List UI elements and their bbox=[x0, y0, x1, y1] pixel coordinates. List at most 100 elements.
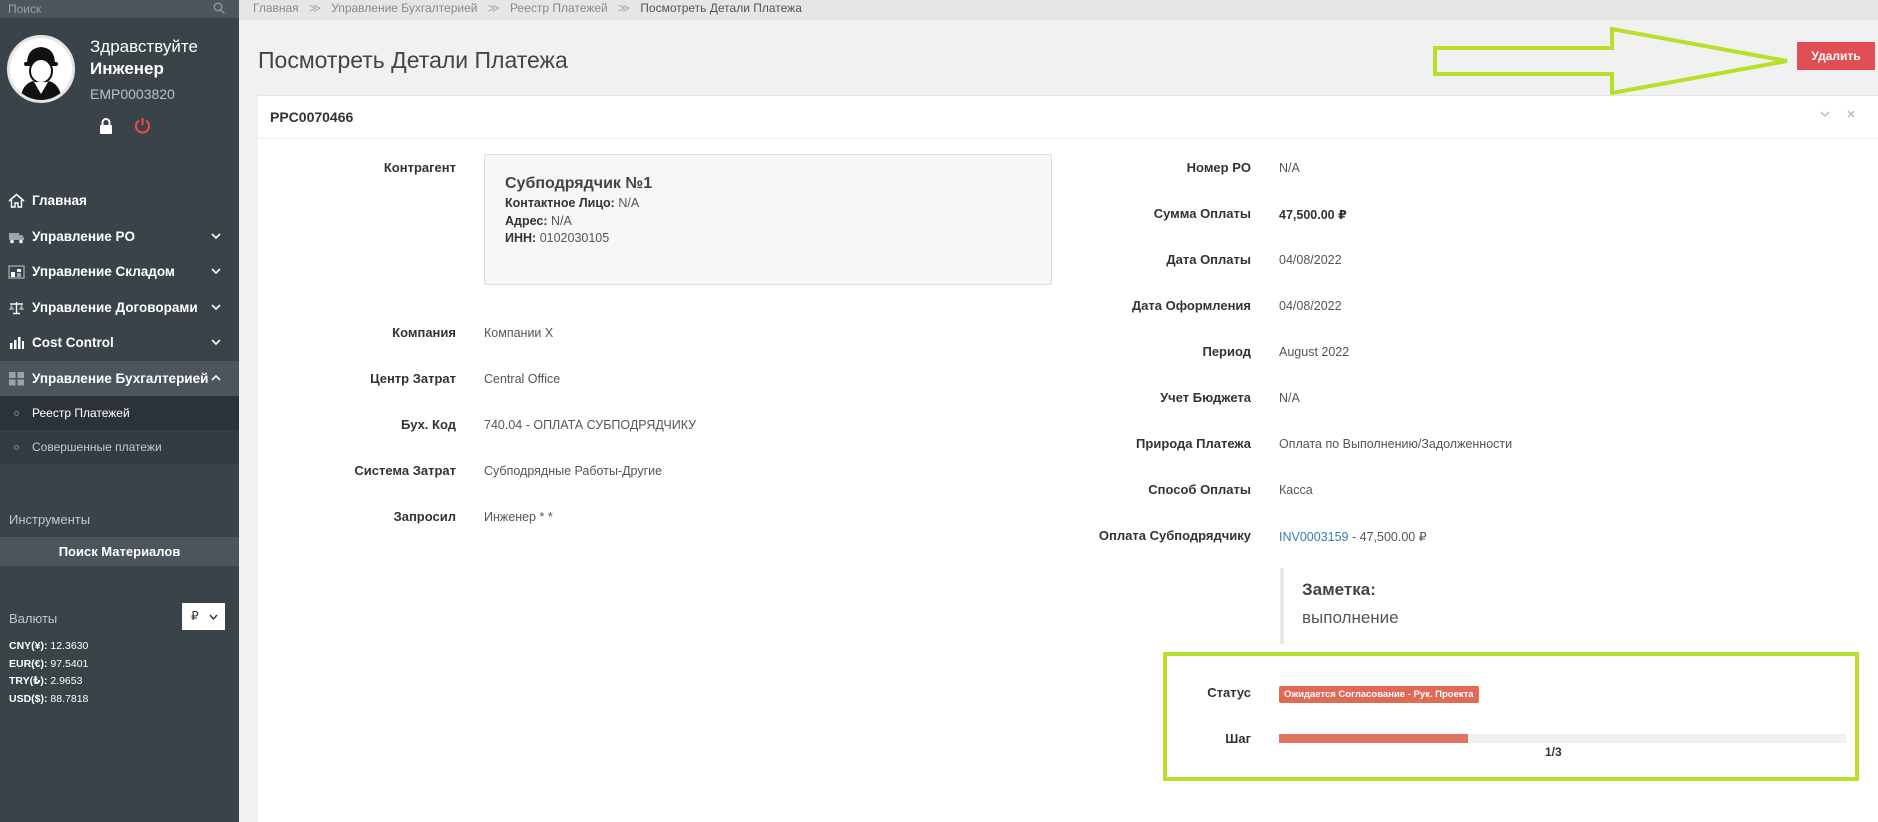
nav-item-accounting[interactable]: Управление Бухгалтерией bbox=[0, 360, 239, 396]
po-number-label: Номер PO bbox=[1186, 160, 1251, 175]
currency-select[interactable]: ₽ bbox=[182, 603, 225, 630]
sidebar-nav: Главная Управление PO Управление Складом… bbox=[0, 183, 239, 464]
cost-center-value: Central Office bbox=[484, 372, 561, 386]
nav-label: Управление Складом bbox=[32, 264, 175, 280]
account-code-value: 740.04 - ОПЛАТА СУБПОДРЯДЧИКУ bbox=[484, 418, 697, 432]
nav-item-cost-control[interactable]: Cost Control bbox=[0, 325, 239, 361]
period-value: August 2022 bbox=[1279, 345, 1350, 359]
step-progress-bar bbox=[1279, 734, 1846, 743]
home-icon bbox=[8, 193, 25, 208]
contractor-box: Субподрядчик №1 Контактное Лицо: N/A Адр… bbox=[484, 154, 1052, 285]
nav-item-contracts[interactable]: Управление Договорами bbox=[0, 290, 239, 326]
payment-nature-label: Природа Платежа bbox=[1136, 436, 1251, 451]
material-search-button[interactable]: Поиск Материалов bbox=[0, 537, 239, 566]
chevron-up-icon bbox=[211, 374, 221, 381]
subnav-item-payment-registry[interactable]: Реестр Платежей bbox=[0, 396, 239, 430]
avatar bbox=[7, 35, 75, 103]
payment-id: PPC0070466 bbox=[270, 109, 354, 125]
payment-amount-value: 47,500.00 ₽ bbox=[1279, 208, 1347, 222]
delete-button[interactable]: Удалить bbox=[1797, 42, 1875, 70]
search-input[interactable] bbox=[0, 0, 239, 18]
chevron-down-icon bbox=[211, 303, 221, 310]
nav-label: Управление Договорами bbox=[32, 299, 198, 315]
account-code-label: Бух. Код bbox=[401, 417, 456, 432]
rate-row: TRY(₺): 2.9653 bbox=[9, 675, 83, 687]
lock-icon[interactable] bbox=[99, 118, 113, 134]
contractor-name: Субподрядчик №1 bbox=[505, 175, 653, 192]
requested-by-value: Инженер * * bbox=[484, 510, 553, 524]
nav-label: Cost Control bbox=[32, 335, 114, 351]
nav-item-warehouse[interactable]: Управление Складом bbox=[0, 254, 239, 290]
breadcrumb-accounting[interactable]: Управление Бухгалтерией bbox=[331, 1, 477, 20]
payment-date-value: 04/08/2022 bbox=[1279, 253, 1342, 267]
currency-rates: CNY(¥): 12.3630 EUR(€): 97.5401 TRY(₺): … bbox=[9, 638, 88, 708]
page-title: Посмотреть Детали Платежа bbox=[258, 47, 568, 73]
breadcrumb: Главная ≫ Управление Бухгалтерией ≫ Реестр… bbox=[239, 0, 1878, 20]
step-progress-fill bbox=[1279, 734, 1468, 743]
breadcrumb-current: Посмотреть Детали Платежа bbox=[640, 1, 802, 15]
status-badge: Ожидается Согласование - Рук. Проекта bbox=[1279, 686, 1479, 703]
breadcrumb-home[interactable]: Главная bbox=[253, 1, 299, 20]
nav-label: Управление Бухгалтерией bbox=[32, 370, 209, 386]
issue-date-value: 04/08/2022 bbox=[1279, 299, 1342, 313]
breadcrumb-separator-icon: ≫ bbox=[487, 1, 501, 15]
nav-item-po[interactable]: Управление PO bbox=[0, 219, 239, 255]
breadcrumb-separator-icon: ≫ bbox=[617, 1, 631, 15]
username: Инженер bbox=[90, 59, 164, 78]
po-number-value: N/A bbox=[1279, 161, 1300, 175]
chevron-down-icon bbox=[211, 268, 221, 275]
subcontractor-payment-value: INV0003159 - 47,500.00 ₽ bbox=[1279, 530, 1427, 544]
chevron-down-icon bbox=[209, 614, 218, 620]
step-progress-text: 1/3 bbox=[1545, 745, 1562, 759]
collapse-icon[interactable] bbox=[1820, 109, 1830, 119]
contractor-inn: ИНН: 0102030105 bbox=[505, 231, 610, 245]
truck-icon bbox=[9, 232, 24, 243]
note-text: выполнение bbox=[1302, 608, 1399, 627]
annotation-arrow-icon bbox=[1433, 26, 1788, 96]
card-tools bbox=[1820, 109, 1856, 119]
rate-row: EUR(€): 97.5401 bbox=[9, 657, 89, 670]
sidebar: Здравствуйте Инженер EMP0003820 Главная … bbox=[0, 0, 239, 822]
requested-by-label: Запросил bbox=[393, 509, 456, 524]
status-label: Статус bbox=[1207, 685, 1251, 700]
subnav-label: Совершенные платежи bbox=[32, 440, 162, 454]
contractor-contact: Контактное Лицо: N/A bbox=[505, 196, 640, 210]
subcontractor-payment-label: Оплата Субподрядчику bbox=[1098, 528, 1251, 543]
note-title: Заметка: bbox=[1302, 580, 1376, 599]
nav-label: Управление PO bbox=[32, 228, 136, 244]
currencies-title: Валюты bbox=[9, 611, 58, 626]
search-bar bbox=[0, 0, 239, 18]
cost-center-label: Центр Затрат bbox=[370, 371, 456, 386]
warehouse-icon bbox=[8, 265, 25, 279]
invoice-link[interactable]: INV0003159 bbox=[1279, 530, 1349, 544]
greeting: Здравствуйте bbox=[90, 37, 198, 56]
scales-icon bbox=[9, 301, 24, 314]
company-value: Компании Х bbox=[484, 326, 554, 340]
payment-method-label: Способ Оплаты bbox=[1148, 482, 1251, 497]
payment-method-value: Касса bbox=[1279, 483, 1313, 497]
nav-item-home[interactable]: Главная bbox=[0, 183, 239, 219]
breadcrumb-separator-icon: ≫ bbox=[308, 1, 322, 15]
period-label: Период bbox=[1202, 344, 1251, 359]
divider bbox=[258, 138, 1878, 139]
bar-chart-icon bbox=[10, 337, 24, 349]
subnav-label: Реестр Платежей bbox=[32, 406, 130, 420]
bullet-icon bbox=[14, 411, 19, 416]
budget-label: Учет Бюджета bbox=[1160, 390, 1251, 405]
close-icon[interactable] bbox=[1846, 109, 1856, 119]
power-icon[interactable] bbox=[134, 117, 151, 134]
company-label: Компания bbox=[392, 325, 456, 340]
cost-system-value: Субподрядные Работы-Другие bbox=[484, 464, 663, 478]
engineer-avatar-icon bbox=[20, 47, 62, 100]
chevron-down-icon bbox=[211, 339, 221, 346]
rate-row: USD($): 88.7818 bbox=[9, 692, 89, 705]
payment-date-label: Дата Оплаты bbox=[1166, 252, 1251, 267]
search-icon[interactable] bbox=[213, 2, 225, 14]
subnav-item-completed-payments[interactable]: Совершенные платежи bbox=[0, 430, 239, 464]
breadcrumb-registry[interactable]: Реестр Платежей bbox=[510, 1, 608, 20]
issue-date-label: Дата Оформления bbox=[1131, 298, 1251, 313]
chevron-down-icon bbox=[211, 232, 221, 239]
tools-title: Инструменты bbox=[9, 512, 91, 527]
budget-value: N/A bbox=[1279, 391, 1300, 405]
nav-label: Главная bbox=[32, 193, 87, 209]
